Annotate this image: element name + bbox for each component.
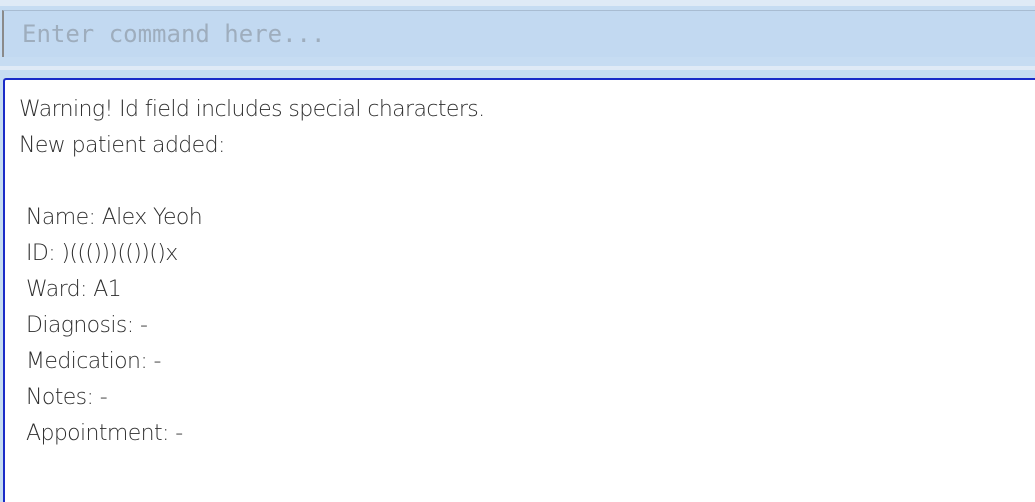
status-message: New patient added: — [19, 133, 225, 158]
patient-medication-line: Medication: - — [26, 349, 161, 374]
warning-message: Warning! Id field includes special chara… — [19, 97, 485, 122]
patient-notes-line: Notes: - — [26, 385, 108, 410]
patient-appointment-line: Appointment: - — [26, 421, 183, 446]
patient-diagnosis-line: Diagnosis: - — [26, 313, 148, 338]
command-bar — [0, 0, 1035, 58]
command-input[interactable] — [2, 10, 1035, 57]
patient-name-line: Name: Alex Yeoh — [26, 205, 203, 230]
result-display[interactable]: Warning! Id field includes special chara… — [3, 78, 1035, 502]
patient-ward-line: Ward: A1 — [26, 277, 122, 302]
divider-line — [0, 66, 1035, 70]
divider — [0, 58, 1035, 78]
patient-id-line: ID: )((()))(())()x — [26, 241, 178, 266]
command-bar-top-strip — [0, 0, 1035, 6]
